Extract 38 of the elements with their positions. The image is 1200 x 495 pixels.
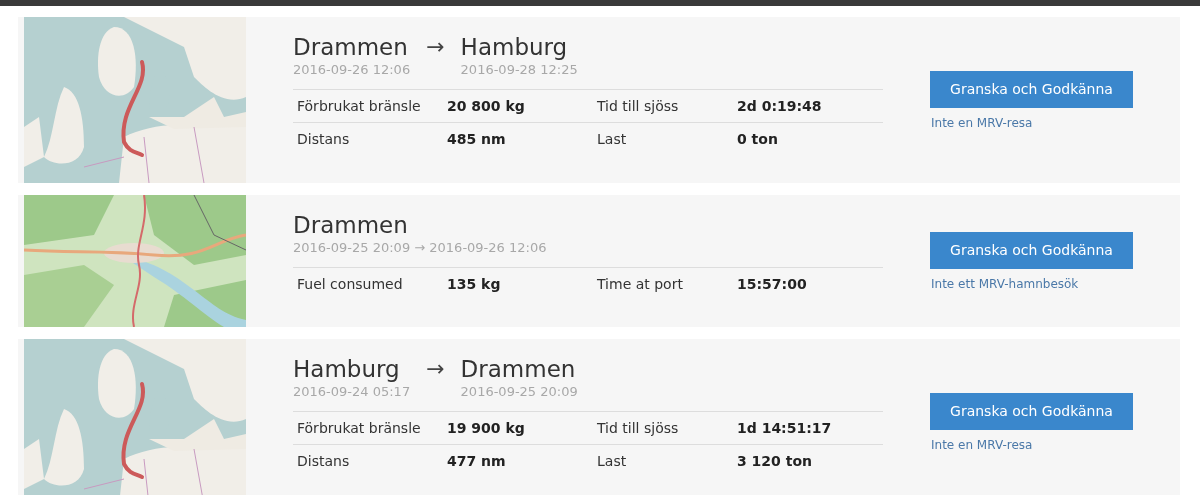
stat-value: 477 nm [446, 453, 507, 469]
arrival-port: Drammen [460, 355, 577, 383]
stat-value: 1d 14:51:17 [736, 420, 833, 436]
stat-label: Last [596, 453, 628, 469]
stat-label: Tid till sjöss [596, 98, 680, 114]
review-approve-button[interactable]: Granska och Godkänna [930, 392, 1133, 430]
arrow-text: → [426, 33, 445, 61]
stat-label: Distans [296, 453, 351, 469]
review-approve-button[interactable]: Granska och Godkänna [930, 231, 1133, 269]
review-approve-button[interactable]: Granska och Godkänna [930, 70, 1133, 108]
departure-port: Drammen [293, 33, 409, 61]
stat-label: Fuel consumed [296, 276, 404, 292]
stat-value: 135 kg [446, 276, 502, 292]
arrival-time: 2016-09-25 20:09 [460, 384, 578, 399]
stat-value: 20 800 kg [446, 98, 526, 114]
stat-value: 15:57:00 [736, 276, 808, 292]
departure-time: 2016-09-24 05:17 [293, 384, 411, 399]
stat-label: Distans [296, 131, 351, 147]
port-period: 2016-09-25 20:09 → 2016-09-26 12:06 [293, 240, 548, 255]
arrival-time: 2016-09-28 12:25 [460, 62, 578, 77]
stat-value: 485 nm [446, 131, 507, 147]
not-mrv-link[interactable]: Inte en MRV-resa [930, 115, 1133, 130]
port-name: Drammen [293, 211, 409, 239]
arrow-text: → [426, 355, 445, 383]
stat-label: Tid till sjöss [596, 420, 680, 436]
arrival-port: Hamburg [460, 33, 569, 61]
stat-label: Förbrukat bränsle [296, 420, 422, 436]
stat-label: Förbrukat bränsle [296, 98, 422, 114]
not-mrv-link[interactable]: Inte en MRV-resa [930, 437, 1133, 452]
stat-value: 0 ton [736, 131, 779, 147]
departure-port: Hamburg [293, 355, 401, 383]
departure-time: 2016-09-26 12:06 [293, 62, 411, 77]
not-mrv-link[interactable]: Inte ett MRV-hamnbesök [930, 276, 1133, 291]
stat-label: Time at port [596, 276, 684, 292]
stat-value: 3 120 ton [736, 453, 813, 469]
stat-value: 19 900 kg [446, 420, 526, 436]
stat-value: 2d 0:19:48 [736, 98, 823, 114]
stat-label: Last [596, 131, 628, 147]
